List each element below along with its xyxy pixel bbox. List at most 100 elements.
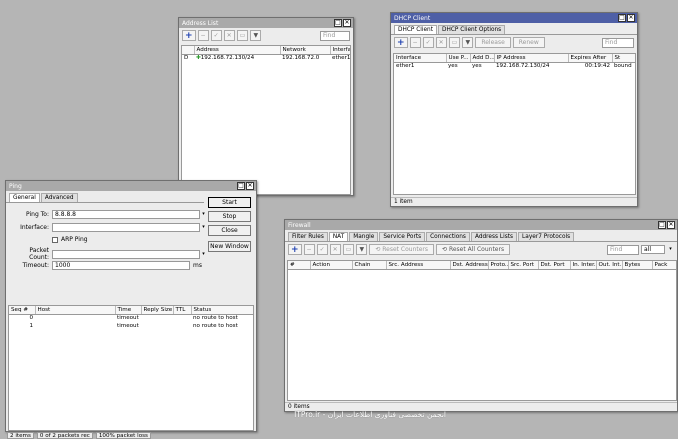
x-icon[interactable]: ✕ (329, 244, 341, 255)
chevron-down-icon[interactable]: ▾ (200, 223, 207, 232)
address-list-titlebar[interactable]: Address List □ ✕ (179, 18, 353, 28)
reset-counters-button[interactable]: ⟲ Reset Counters (369, 244, 435, 255)
renew-button[interactable]: Renew (512, 37, 545, 48)
minus-icon[interactable]: − (303, 244, 315, 255)
tab-connections[interactable]: Connections (426, 232, 470, 241)
check-icon[interactable]: ✓ (422, 37, 434, 48)
comment-icon[interactable]: ▭ (342, 244, 355, 255)
filter-icon[interactable]: ▼ (356, 244, 368, 255)
table-row[interactable]: D ✚192.168.72.130/24 192.168.72.0 ether1 (182, 54, 350, 62)
firewall-titlebar[interactable]: Firewall □ ✕ (285, 220, 677, 230)
column-header[interactable]: Dst. Address (450, 261, 489, 270)
chevron-down-icon[interactable]: ▾ (200, 250, 207, 259)
ping-tabs: General Advanced (6, 191, 204, 203)
arp-ping-checkbox[interactable] (52, 236, 58, 243)
tab-mangle[interactable]: Mangle (349, 232, 379, 241)
ping-titlebar[interactable]: Ping □ ✕ (6, 181, 256, 191)
filter-icon[interactable]: ▼ (462, 37, 474, 48)
release-button[interactable]: Release (475, 37, 511, 48)
column-header[interactable]: Chain (352, 261, 387, 270)
start-button[interactable]: Start (208, 197, 251, 208)
restore-icon[interactable]: □ (237, 182, 245, 190)
check-icon[interactable]: ✓ (210, 30, 222, 41)
column-header[interactable]: Network (280, 46, 331, 55)
comment-icon[interactable]: ▭ (236, 30, 249, 41)
plus-icon[interactable]: + (288, 244, 302, 255)
tab-advanced[interactable]: Advanced (40, 193, 78, 202)
column-header[interactable]: Seq # (9, 306, 36, 315)
chevron-down-icon[interactable]: ▾ (200, 210, 207, 219)
check-icon[interactable]: ✓ (316, 244, 328, 255)
address-list-find-input[interactable]: Find (320, 30, 350, 41)
timeout-input[interactable]: 1000 (52, 261, 190, 270)
expires-cell: 00:19:42 (584, 63, 610, 70)
plus-icon[interactable]: + (394, 37, 408, 48)
close-icon[interactable]: ✕ (343, 19, 351, 27)
tab-dhcp-client[interactable]: DHCP Client (394, 25, 437, 34)
close-icon[interactable]: ✕ (667, 221, 675, 229)
dhcp-client-titlebar[interactable]: DHCP Client □ ✕ (391, 13, 637, 23)
tab-layer7-protocols[interactable]: Layer7 Protocols (518, 232, 575, 241)
column-header[interactable]: Status (191, 306, 253, 315)
column-header[interactable]: Add D... (470, 54, 495, 63)
column-header[interactable]: Proto... (488, 261, 509, 270)
tab-filter-rules[interactable]: Filter Rules (288, 232, 328, 241)
close-icon[interactable]: ✕ (627, 14, 635, 22)
x-icon[interactable]: ✕ (435, 37, 447, 48)
column-header[interactable]: Host (35, 306, 116, 315)
tab-address-lists[interactable]: Address Lists (470, 232, 518, 241)
column-header[interactable]: IP Address (494, 54, 569, 63)
x-icon[interactable]: ✕ (223, 30, 235, 41)
tab-nat[interactable]: NAT (328, 232, 349, 241)
firewall-filter-select[interactable]: all (641, 245, 665, 254)
column-header[interactable]: Reply Size (141, 306, 174, 315)
restore-icon[interactable]: □ (618, 14, 626, 22)
column-header[interactable]: Expires After (568, 54, 613, 63)
column-header[interactable]: Time (115, 306, 142, 315)
ping-to-input[interactable]: 8.8.8.8 (52, 210, 200, 219)
restore-icon[interactable]: □ (334, 19, 342, 27)
minus-icon[interactable]: − (409, 37, 421, 48)
new-window-button[interactable]: New Window (208, 241, 251, 252)
column-header[interactable]: St (612, 54, 635, 63)
column-header[interactable] (182, 46, 195, 55)
table-row[interactable]: 1 timeout no route to host (9, 322, 253, 330)
column-header[interactable]: Dst. Port (538, 261, 571, 270)
seq-cell: 0 (29, 315, 33, 322)
column-header[interactable]: Address (194, 46, 281, 55)
reset-all-counters-button[interactable]: ⟲ Reset All Counters (436, 244, 511, 255)
filter-icon[interactable]: ▼ (250, 30, 262, 41)
address-value: 192.168.72.130/24 (200, 55, 255, 62)
table-row[interactable]: ether1 yes yes 192.168.72.130/24 00:19:4… (394, 62, 635, 70)
restore-icon[interactable]: □ (658, 221, 666, 229)
interface-select[interactable] (52, 223, 200, 232)
chevron-down-icon[interactable]: ▾ (667, 245, 674, 254)
column-header[interactable]: Bytes (622, 261, 653, 270)
column-header[interactable]: Src. Address (386, 261, 451, 270)
column-header[interactable]: Pack (652, 261, 676, 270)
comment-icon[interactable]: ▭ (448, 37, 461, 48)
close-button[interactable]: Close (208, 225, 251, 236)
close-icon[interactable]: ✕ (246, 182, 254, 190)
column-header[interactable]: Use P... (446, 54, 471, 63)
column-header[interactable]: Action (310, 261, 353, 270)
reply-size-cell (141, 322, 173, 330)
tab-service-ports[interactable]: Service Ports (379, 232, 426, 241)
column-header[interactable]: TTL (173, 306, 192, 315)
stop-button[interactable]: Stop (208, 211, 251, 222)
column-header[interactable]: Out. Int... (596, 261, 623, 270)
ttl-cell (173, 314, 191, 322)
table-row[interactable]: 0 timeout no route to host (9, 314, 253, 322)
column-header[interactable]: Src. Port (508, 261, 539, 270)
column-header[interactable]: Interface (394, 54, 447, 63)
tab-dhcp-client-options[interactable]: DHCP Client Options (438, 25, 506, 34)
packet-count-input[interactable] (52, 249, 200, 259)
column-header[interactable]: In. Inter... (570, 261, 597, 270)
plus-icon[interactable]: + (182, 30, 196, 41)
firewall-find-input[interactable]: Find (607, 244, 639, 255)
dhcp-client-find-input[interactable]: Find (602, 37, 634, 48)
minus-icon[interactable]: − (197, 30, 209, 41)
tab-general[interactable]: General (9, 193, 40, 202)
column-header[interactable]: Interfa (330, 46, 350, 55)
column-header[interactable]: # (288, 261, 311, 270)
